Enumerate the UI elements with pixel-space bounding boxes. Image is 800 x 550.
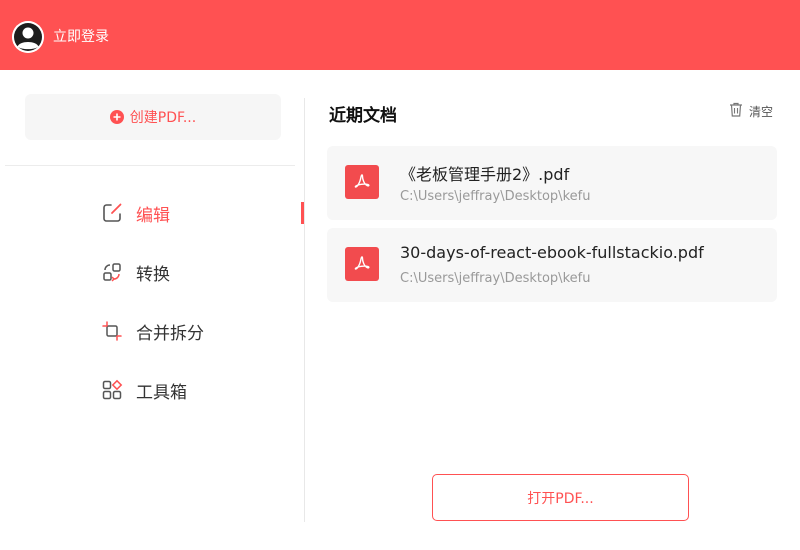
sidebar-divider: [5, 165, 295, 166]
sidebar-item-toolbox[interactable]: 工具箱: [100, 375, 305, 405]
sidebar-item-label: 合并拆分: [136, 323, 204, 344]
open-pdf-button[interactable]: 打开PDF...: [432, 474, 689, 521]
plus-circle-icon: [109, 110, 124, 124]
merge-split-icon: [100, 319, 124, 343]
sidebar-item-edit[interactable]: 编辑: [100, 198, 305, 228]
panel-divider: [304, 98, 305, 522]
file-name: 《老板管理手册2》.pdf: [400, 165, 570, 184]
create-pdf-button[interactable]: 创建PDF...: [25, 94, 281, 140]
clear-button[interactable]: 清空: [729, 102, 773, 121]
recent-docs-title: 近期文档: [329, 106, 397, 126]
file-name: 30-days-of-react-ebook-fullstackio.pdf: [400, 243, 704, 262]
pdf-icon: [345, 247, 379, 281]
create-pdf-label: 创建PDF...: [129, 110, 197, 126]
top-bar: 立即登录: [0, 0, 800, 70]
sidebar-item-label: 编辑: [136, 205, 170, 226]
pdf-icon: [345, 165, 379, 199]
clear-label: 清空: [749, 105, 774, 119]
active-indicator: [301, 202, 304, 224]
file-path: C:\Users\jeffray\Desktop\kefu: [400, 271, 591, 286]
sidebar-item-label: 转换: [136, 264, 170, 285]
file-path: C:\Users\jeffray\Desktop\kefu: [400, 189, 591, 204]
recent-file-item[interactable]: 30-days-of-react-ebook-fullstackio.pdf C…: [327, 228, 777, 302]
convert-icon: [100, 260, 124, 284]
login-link[interactable]: 立即登录: [53, 28, 109, 46]
sidebar-item-merge-split[interactable]: 合并拆分: [100, 316, 305, 346]
avatar-icon[interactable]: [12, 21, 44, 53]
edit-icon: [100, 201, 124, 225]
trash-icon: [729, 102, 743, 121]
toolbox-icon: [100, 378, 124, 402]
recent-file-item[interactable]: 《老板管理手册2》.pdf C:\Users\jeffray\Desktop\k…: [327, 146, 777, 220]
sidebar-item-convert[interactable]: 转换: [100, 257, 305, 287]
sidebar-item-label: 工具箱: [136, 382, 187, 403]
